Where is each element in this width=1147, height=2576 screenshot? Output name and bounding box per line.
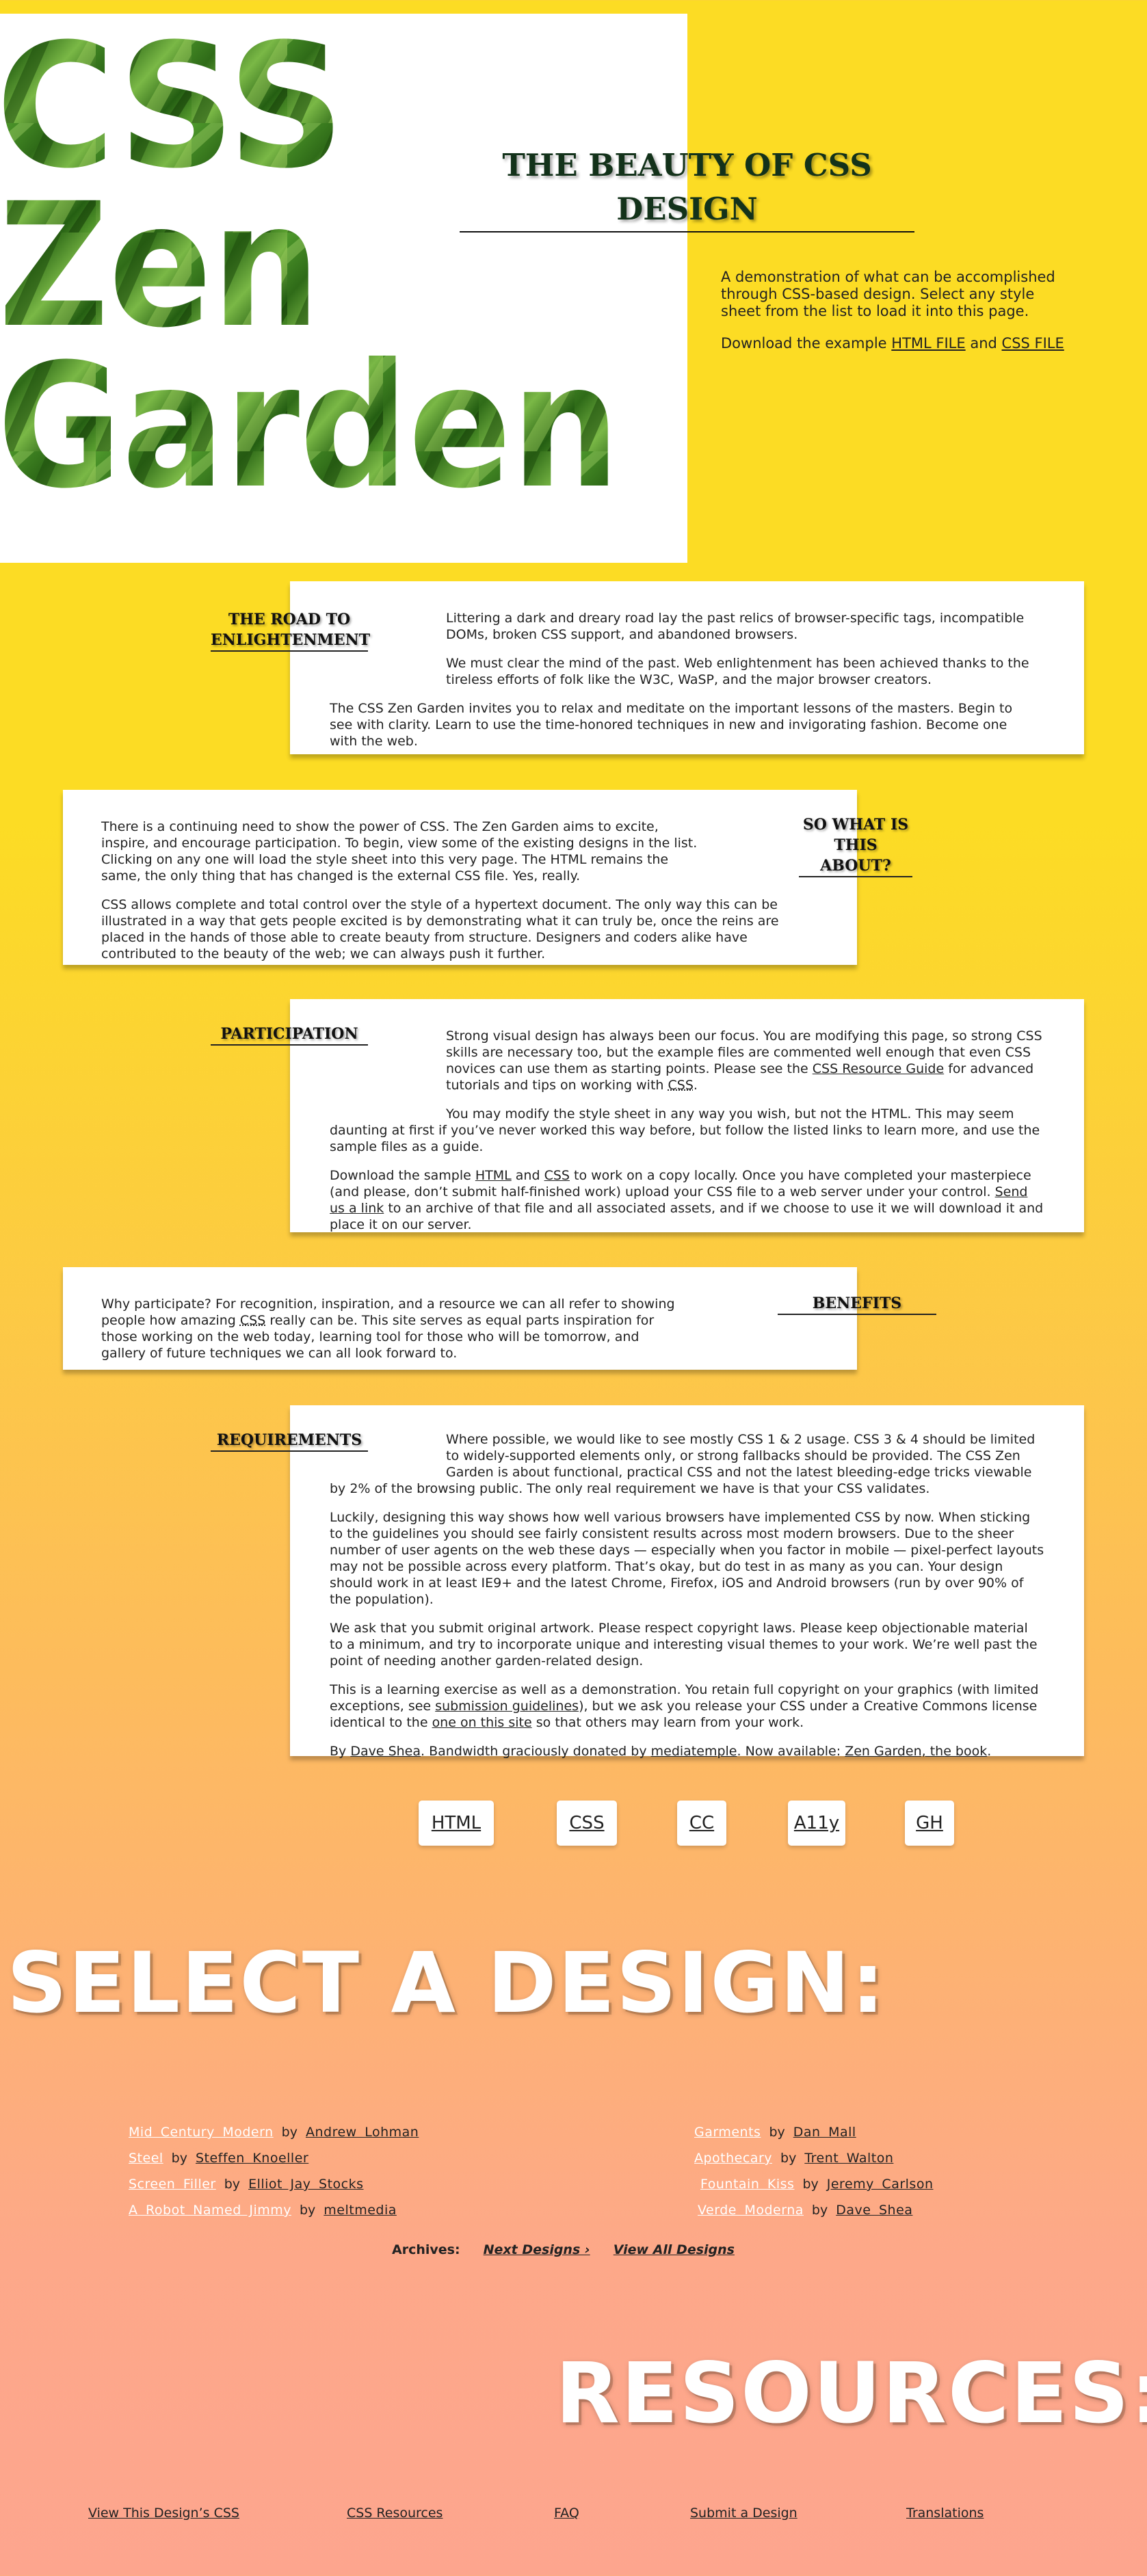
sample-css-link[interactable]: CSS [544, 1168, 570, 1183]
author-link[interactable]: Dave Shea [350, 1744, 421, 1759]
download-and: and [970, 335, 997, 351]
logo-leaf-art: CSS Zen Garden [0, 14, 620, 526]
requirements-text: . [987, 1744, 992, 1759]
by-label: by [769, 2125, 785, 2140]
requirements-credits: By Dave Shea. Bandwidth graciously donat… [330, 1743, 1044, 1760]
design-name-link[interactable]: Apothecary [694, 2151, 772, 2166]
participation-text: . [693, 1078, 698, 1093]
footer-html-link[interactable]: HTML [419, 1801, 494, 1846]
css-resource-guide-link[interactable]: CSS Resource Guide [813, 1061, 944, 1076]
benefits-section: Why participate? For recognition, inspir… [63, 1267, 857, 1370]
by-label: by [780, 2151, 797, 2166]
design-item[interactable]: Fountain Kiss by Jeremy Carlson [700, 2176, 934, 2192]
by-label: by [171, 2151, 187, 2166]
design-item[interactable]: Screen Filler by Elliot Jay Stocks [129, 2176, 364, 2192]
benefits-paragraph: Why participate? For recognition, inspir… [101, 1296, 686, 1362]
design-item[interactable]: Steel by Steffen Knoeller [129, 2150, 308, 2166]
design-author-link[interactable]: meltmedia [324, 2203, 397, 2218]
participation-text: and [515, 1168, 540, 1183]
intro-description: A demonstration of what can be accomplis… [721, 269, 1055, 319]
design-author-link[interactable]: Steffen Knoeller [196, 2151, 308, 2166]
css-abbr: CSS [668, 1078, 694, 1093]
participation-section: Strong visual design has always been our… [290, 999, 1084, 1232]
requirements-paragraph-2: Luckily, designing this way shows how we… [330, 1510, 1044, 1607]
design-item[interactable]: Mid Century Modern by Andrew Lohman [129, 2124, 419, 2140]
footer-css-link[interactable]: CSS [557, 1801, 617, 1846]
next-designs-link[interactable]: Next Designs › [484, 2242, 590, 2257]
intro-download: Download the example HTML FILE and CSS F… [721, 335, 1077, 352]
requirements-paragraph-3: We ask that you submit original artwork.… [330, 1621, 1038, 1669]
requirements-text: . Now available: [737, 1744, 841, 1759]
view-all-designs-link[interactable]: View All Designs [614, 2242, 735, 2257]
design-item[interactable]: A Robot Named Jimmy by meltmedia [129, 2202, 397, 2218]
participation-text: Download the sample [330, 1168, 471, 1183]
design-author-link[interactable]: Jeremy Carlson [827, 2177, 934, 2192]
design-name-link[interactable]: Fountain Kiss [700, 2177, 794, 2192]
resources-title: RESOURCES: [555, 2345, 1147, 2442]
intro-section: A demonstration of what can be accomplis… [721, 269, 1077, 367]
requirements-section: Where possible, we would like to see mos… [290, 1405, 1084, 1759]
by-label: by [299, 2203, 316, 2218]
requirements-heading: REQUIREMENTS [211, 1430, 368, 1452]
road-heading: THE ROAD TO ENLIGHTENMENT [211, 609, 370, 652]
translations-link[interactable]: Translations [906, 2505, 984, 2521]
design-author-link[interactable]: Trent Walton [804, 2151, 893, 2166]
logo-line-garden: Garden [0, 327, 620, 526]
archives-label: Archives: [392, 2242, 460, 2257]
road-paragraph-3: The CSS Zen Garden invites you to relax … [330, 701, 1013, 749]
by-label: by [811, 2203, 828, 2218]
css-abbr: CSS [239, 1313, 266, 1328]
download-prefix: Download the example [721, 335, 887, 351]
submission-guidelines-link[interactable]: submission guidelines [435, 1699, 579, 1714]
requirements-paragraph-4: This is a learning exercise as well as a… [330, 1682, 1044, 1731]
about-section: There is a continuing need to show the p… [63, 790, 857, 965]
page-title: THE BEAUTY OF CSS DESIGN [460, 144, 914, 233]
requirements-text: By [330, 1744, 347, 1759]
view-design-css-link[interactable]: View This Design’s CSS [88, 2505, 239, 2521]
faq-link[interactable]: FAQ [554, 2505, 579, 2521]
logo-panel: CSS Zen Garden [0, 14, 687, 563]
design-name-link[interactable]: Verde Moderna [698, 2203, 804, 2218]
participation-paragraph-3: Download the sample HTML and CSS to work… [330, 1167, 1044, 1233]
design-name-link[interactable]: Mid Century Modern [129, 2125, 274, 2140]
about-paragraph-1: There is a continuing need to show the p… [101, 819, 698, 884]
book-link[interactable]: Zen Garden, the book [845, 1744, 987, 1759]
design-name-link[interactable]: Screen Filler [129, 2177, 216, 2192]
archives-nav: Archives: Next Designs › View All Design… [392, 2242, 754, 2258]
road-section: Littering a dark and dreary road lay the… [290, 581, 1084, 754]
footer-cc-link[interactable]: CC [677, 1801, 726, 1846]
by-label: by [281, 2125, 298, 2140]
requirements-text: so that others may learn from your work. [536, 1715, 804, 1730]
participation-paragraph-2: You may modify the style sheet in any wa… [330, 1106, 1040, 1154]
footer-a11y-link[interactable]: A11y [788, 1801, 845, 1846]
design-name-link[interactable]: Garments [694, 2125, 761, 2140]
select-design-title: SELECT A DESIGN: [7, 1935, 886, 2032]
html-file-link[interactable]: HTML FILE [891, 335, 965, 351]
sample-html-link[interactable]: HTML [475, 1168, 512, 1183]
by-label: by [224, 2177, 241, 2192]
about-paragraph-2: CSS allows complete and total control ov… [101, 897, 779, 961]
design-author-link[interactable]: Andrew Lohman [306, 2125, 419, 2140]
participation-heading: PARTICIPATION [211, 1024, 368, 1046]
design-item[interactable]: Verde Moderna by Dave Shea [698, 2202, 912, 2218]
benefits-heading: BENEFITS [778, 1293, 936, 1315]
design-author-link[interactable]: Dan Mall [793, 2125, 856, 2140]
requirements-text: . Bandwidth graciously donated by [421, 1744, 647, 1759]
about-heading: SO WHAT IS THIS ABOUT? [799, 814, 912, 877]
by-label: by [802, 2177, 819, 2192]
participation-text: to an archive of that file and all assoc… [330, 1201, 1044, 1232]
mediatemple-link[interactable]: mediatemple [651, 1744, 737, 1759]
design-author-link[interactable]: Elliot Jay Stocks [248, 2177, 363, 2192]
css-resources-link[interactable]: CSS Resources [347, 2505, 443, 2521]
design-author-link[interactable]: Dave Shea [836, 2203, 912, 2218]
design-item[interactable]: Apothecary by Trent Walton [694, 2150, 893, 2166]
design-name-link[interactable]: Steel [129, 2151, 163, 2166]
license-link[interactable]: one on this site [432, 1715, 532, 1730]
css-file-link[interactable]: CSS FILE [1002, 335, 1064, 351]
design-name-link[interactable]: A Robot Named Jimmy [129, 2203, 291, 2218]
submit-design-link[interactable]: Submit a Design [690, 2505, 797, 2521]
design-item[interactable]: Garments by Dan Mall [694, 2124, 856, 2140]
footer-gh-link[interactable]: GH [905, 1801, 954, 1846]
